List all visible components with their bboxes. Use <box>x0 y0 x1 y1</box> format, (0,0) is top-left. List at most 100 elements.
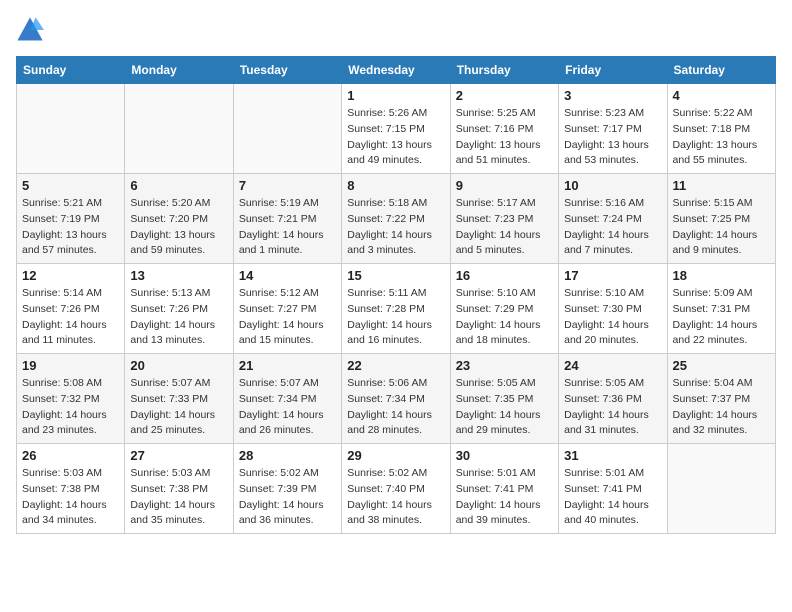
sunrise-text: Sunrise: 5:07 AM <box>239 377 319 389</box>
calendar-week-1: 1 Sunrise: 5:26 AMSunset: 7:15 PMDaylight… <box>17 84 776 174</box>
day-number: 17 <box>564 268 661 283</box>
sunset-text: Sunset: 7:26 PM <box>130 303 208 315</box>
calendar-day-23: 23Sunrise: 5:05 AMSunset: 7:35 PMDayligh… <box>450 354 558 444</box>
calendar-day-12: 12 Sunrise: 5:14 AMSunset: 7:26 PMDayligh… <box>17 264 125 354</box>
sunrise-text: Sunrise: 5:05 AM <box>564 377 644 389</box>
sunset-text: Sunset: 7:40 PM <box>347 483 425 495</box>
calendar-day-8: 8Sunrise: 5:18 AMSunset: 7:22 PMDaylight… <box>342 174 450 264</box>
sunset-text: Sunset: 7:33 PM <box>130 393 208 405</box>
daylight-text: Daylight: 14 hours and 34 minutes. <box>22 499 107 527</box>
daylight-text: Daylight: 14 hours and 36 minutes. <box>239 499 324 527</box>
calendar-day-28: 28Sunrise: 5:02 AMSunset: 7:39 PMDayligh… <box>233 444 341 534</box>
sunset-text: Sunset: 7:23 PM <box>456 213 534 225</box>
calendar-day-7: 7Sunrise: 5:19 AMSunset: 7:21 PMDaylight… <box>233 174 341 264</box>
daylight-text: Daylight: 14 hours and 20 minutes. <box>564 319 649 347</box>
sunset-text: Sunset: 7:38 PM <box>130 483 208 495</box>
sunset-text: Sunset: 7:34 PM <box>347 393 425 405</box>
sunrise-text: Sunrise: 5:06 AM <box>347 377 427 389</box>
day-number: 25 <box>673 358 770 373</box>
weekday-header-thursday: Thursday <box>450 57 558 84</box>
sunrise-text: Sunrise: 5:02 AM <box>239 467 319 479</box>
sunrise-text: Sunrise: 5:20 AM <box>130 197 210 209</box>
page-header <box>16 16 776 44</box>
sunset-text: Sunset: 7:41 PM <box>456 483 534 495</box>
calendar-day-18: 18Sunrise: 5:09 AMSunset: 7:31 PMDayligh… <box>667 264 775 354</box>
daylight-text: Daylight: 13 hours and 53 minutes. <box>564 139 649 167</box>
day-info: Sunrise: 5:05 AMSunset: 7:35 PMDaylight:… <box>456 376 553 439</box>
sunrise-text: Sunrise: 5:13 AM <box>130 287 210 299</box>
weekday-header-tuesday: Tuesday <box>233 57 341 84</box>
sunrise-text: Sunrise: 5:15 AM <box>673 197 753 209</box>
sunrise-text: Sunrise: 5:09 AM <box>673 287 753 299</box>
day-info: Sunrise: 5:26 AMSunset: 7:15 PMDaylight:… <box>347 106 444 169</box>
day-number: 5 <box>22 178 119 193</box>
day-number: 11 <box>673 178 770 193</box>
calendar-body: 1 Sunrise: 5:26 AMSunset: 7:15 PMDaylight… <box>17 84 776 534</box>
day-info: Sunrise: 5:10 AMSunset: 7:29 PMDaylight:… <box>456 286 553 349</box>
sunset-text: Sunset: 7:15 PM <box>347 123 425 135</box>
sunset-text: Sunset: 7:35 PM <box>456 393 534 405</box>
day-number: 22 <box>347 358 444 373</box>
weekday-header-monday: Monday <box>125 57 233 84</box>
calendar-day-3: 3Sunrise: 5:23 AMSunset: 7:17 PMDaylight… <box>559 84 667 174</box>
day-number: 4 <box>673 88 770 103</box>
daylight-text: Daylight: 14 hours and 26 minutes. <box>239 409 324 437</box>
day-info: Sunrise: 5:07 AM Sunset: 7:34 PM Daylight:… <box>239 376 336 439</box>
weekday-header-saturday: Saturday <box>667 57 775 84</box>
logo <box>16 16 48 44</box>
daylight-text: Daylight: 14 hours and 22 minutes. <box>673 319 758 347</box>
weekday-header-sunday: Sunday <box>17 57 125 84</box>
empty-cell <box>233 84 341 174</box>
day-info: Sunrise: 5:14 AMSunset: 7:26 PMDaylight:… <box>22 286 119 349</box>
sunset-text: Sunset: 7:24 PM <box>564 213 642 225</box>
sunrise-text: Sunrise: 5:22 AM <box>673 107 753 119</box>
weekday-header-wednesday: Wednesday <box>342 57 450 84</box>
calendar-day-2: 2Sunrise: 5:25 AMSunset: 7:16 PMDaylight… <box>450 84 558 174</box>
day-info: Sunrise: 5:15 AM Sunset: 7:25 PM Daylight:… <box>673 196 770 259</box>
day-info: Sunrise: 5:10 AMSunset: 7:30 PMDaylight:… <box>564 286 661 349</box>
empty-cell <box>667 444 775 534</box>
sunrise-text: Sunrise: 5:08 AM <box>22 377 102 389</box>
sunset-text: Sunset: 7:34 PM <box>239 393 317 405</box>
day-info: Sunrise: 5:23 AMSunset: 7:17 PMDaylight:… <box>564 106 661 169</box>
sunset-text: Sunset: 7:25 PM <box>673 213 751 225</box>
sunset-text: Sunset: 7:36 PM <box>564 393 642 405</box>
sunrise-text: Sunrise: 5:01 AM <box>564 467 644 479</box>
sunset-text: Sunset: 7:19 PM <box>22 213 100 225</box>
daylight-text: Daylight: 13 hours and 51 minutes. <box>456 139 541 167</box>
sunrise-text: Sunrise: 5:03 AM <box>130 467 210 479</box>
day-number: 12 <box>22 268 119 283</box>
daylight-text: Daylight: 14 hours and 18 minutes. <box>456 319 541 347</box>
day-info: Sunrise: 5:02 AMSunset: 7:39 PMDaylight:… <box>239 466 336 529</box>
day-number: 8 <box>347 178 444 193</box>
sunset-text: Sunset: 7:28 PM <box>347 303 425 315</box>
daylight-text: Daylight: 14 hours and 7 minutes. <box>564 229 649 257</box>
sunrise-text: Sunrise: 5:18 AM <box>347 197 427 209</box>
sunrise-text: Sunrise: 5:14 AM <box>22 287 102 299</box>
day-number: 1 <box>347 88 444 103</box>
calendar-day-1: 1 Sunrise: 5:26 AMSunset: 7:15 PMDaylight… <box>342 84 450 174</box>
day-number: 6 <box>130 178 227 193</box>
daylight-text: Daylight: 13 hours and 49 minutes. <box>347 139 432 167</box>
sunrise-text: Sunrise: 5:19 AM <box>239 197 319 209</box>
daylight-text: Daylight: 14 hours and 9 minutes. <box>673 229 758 257</box>
daylight-text: Daylight: 14 hours and 39 minutes. <box>456 499 541 527</box>
calendar-day-31: 31Sunrise: 5:01 AMSunset: 7:41 PMDayligh… <box>559 444 667 534</box>
daylight-text: Daylight: 14 hours and 40 minutes. <box>564 499 649 527</box>
daylight-text: Daylight: 13 hours and 57 minutes. <box>22 229 107 257</box>
day-info: Sunrise: 5:03 AMSunset: 7:38 PMDaylight:… <box>130 466 227 529</box>
day-info: Sunrise: 5:07 AMSunset: 7:33 PMDaylight:… <box>130 376 227 439</box>
day-info: Sunrise: 5:17 AMSunset: 7:23 PMDaylight:… <box>456 196 553 259</box>
daylight-text: Daylight: 13 hours and 59 minutes. <box>130 229 215 257</box>
day-info: Sunrise: 5:25 AMSunset: 7:16 PMDaylight:… <box>456 106 553 169</box>
daylight-text: Daylight: 14 hours and 1 minute. <box>239 229 324 257</box>
calendar-header: SundayMondayTuesdayWednesdayThursdayFrid… <box>17 57 776 84</box>
sunrise-text: Sunrise: 5:23 AM <box>564 107 644 119</box>
calendar-day-5: 5Sunrise: 5:21 AMSunset: 7:19 PMDaylight… <box>17 174 125 264</box>
calendar-day-10: 10Sunrise: 5:16 AMSunset: 7:24 PMDayligh… <box>559 174 667 264</box>
daylight-text: Daylight: 14 hours and 15 minutes. <box>239 319 324 347</box>
day-info: Sunrise: 5:02 AMSunset: 7:40 PMDaylight:… <box>347 466 444 529</box>
sunrise-text: Sunrise: 5:10 AM <box>564 287 644 299</box>
day-number: 20 <box>130 358 227 373</box>
calendar-day-20: 20 Sunrise: 5:07 AMSunset: 7:33 PMDayligh… <box>125 354 233 444</box>
